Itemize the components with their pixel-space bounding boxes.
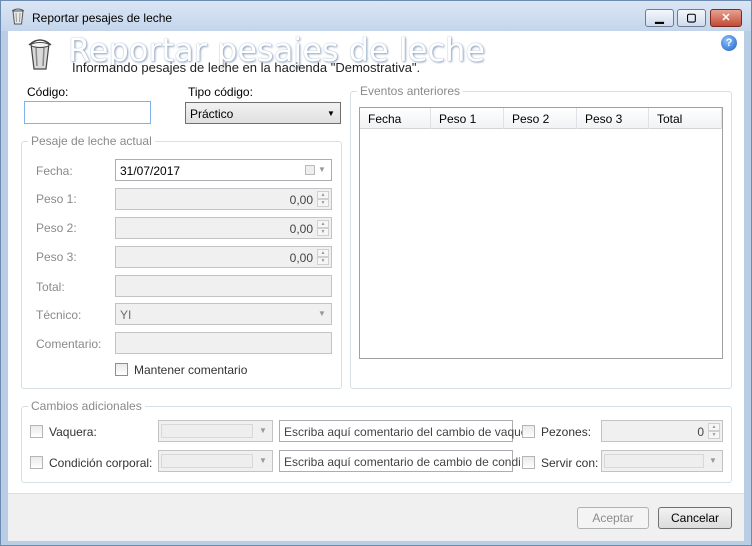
calendar-icon[interactable]	[305, 165, 315, 175]
header-subtitle: Informando pesajes de leche en la hacien…	[72, 60, 421, 75]
fecha-picker[interactable]: 31/07/2017 ▼	[115, 159, 332, 181]
pezones-spin[interactable]: ▲ ▼	[708, 423, 720, 439]
servir-con-label: Servir con:	[541, 456, 599, 470]
milk-bucket-icon	[11, 8, 25, 25]
minimize-button[interactable]: ▁	[645, 9, 674, 27]
total-label: Total:	[36, 280, 65, 294]
peso3-label: Peso 3:	[36, 250, 77, 264]
dialog-header: Reportar pesajes de leche Informando pes…	[8, 31, 744, 76]
peso3-spin[interactable]: ▲ ▼	[317, 249, 329, 265]
condicion-comment-input[interactable]: Escriba aquí comentario de cambio de con…	[279, 450, 521, 472]
window-title: Reportar pesajes de leche	[32, 11, 173, 25]
milk-bucket-logo-icon	[28, 39, 52, 70]
dialog-client: Reportar pesajes de leche Informando pes…	[8, 31, 744, 541]
spin-down-icon[interactable]: ▼	[317, 199, 329, 207]
vaquera-select[interactable]: ▼	[158, 420, 273, 442]
condicion-corporal-select[interactable]: ▼	[158, 450, 273, 472]
tipo-codigo-label: Tipo código:	[188, 85, 253, 99]
maximize-icon: ▢	[686, 12, 697, 24]
spin-down-icon[interactable]: ▼	[317, 257, 329, 265]
column-header-fecha[interactable]: Fecha	[360, 108, 431, 129]
column-header-peso1[interactable]: Peso 1	[431, 108, 504, 129]
servir-con-checkbox[interactable]	[522, 456, 535, 469]
maximize-button[interactable]: ▢	[677, 9, 706, 27]
tecnico-select[interactable]: YI ▼	[115, 303, 332, 325]
eventos-anteriores-title: Eventos anteriores	[357, 84, 464, 98]
peso1-stepper[interactable]: 0,00 ▲ ▼	[115, 188, 332, 210]
vaquera-label: Vaquera:	[49, 425, 97, 439]
chevron-down-icon[interactable]: ▼	[257, 451, 269, 471]
vaquera-comment-input[interactable]: Escriba aquí comentario del cambio de va…	[279, 420, 527, 442]
chevron-down-icon: ▼	[327, 109, 335, 118]
peso3-stepper[interactable]: 0,00 ▲ ▼	[115, 246, 332, 268]
close-icon: ✕	[721, 12, 731, 24]
title-bar[interactable]: Reportar pesajes de leche ▁ ▢ ✕	[1, 1, 751, 31]
pesaje-actual-title: Pesaje de leche actual	[28, 134, 155, 148]
eventos-grid-header: Fecha Peso 1 Peso 2 Peso 3 Total	[360, 108, 722, 129]
chevron-down-icon[interactable]: ▼	[316, 160, 328, 180]
spin-down-icon[interactable]: ▼	[317, 228, 329, 236]
spin-down-icon[interactable]: ▼	[708, 431, 720, 439]
column-header-total[interactable]: Total	[649, 108, 722, 129]
cancelar-button[interactable]: Cancelar	[658, 507, 732, 529]
minimize-icon: ▁	[655, 12, 664, 24]
pezones-checkbox[interactable]	[522, 425, 535, 438]
chevron-down-icon[interactable]: ▼	[707, 451, 719, 471]
spin-up-icon[interactable]: ▲	[317, 249, 329, 257]
condicion-corporal-label: Condición corporal:	[49, 456, 153, 470]
peso1-spin[interactable]: ▲ ▼	[317, 191, 329, 207]
pezones-stepper[interactable]: 0 ▲ ▼	[601, 420, 723, 442]
column-header-peso2[interactable]: Peso 2	[504, 108, 577, 129]
spin-up-icon[interactable]: ▲	[708, 423, 720, 431]
mantener-comentario-checkbox[interactable]	[115, 363, 128, 376]
peso2-spin[interactable]: ▲ ▼	[317, 220, 329, 236]
total-field	[115, 275, 332, 297]
vaquera-checkbox[interactable]	[30, 425, 43, 438]
chevron-down-icon[interactable]: ▼	[316, 304, 328, 324]
servir-con-select[interactable]: ▼	[601, 450, 723, 472]
codigo-input[interactable]	[24, 101, 151, 124]
spin-up-icon[interactable]: ▲	[317, 191, 329, 199]
mantener-comentario-label: Mantener comentario	[134, 363, 248, 377]
tecnico-label: Técnico:	[36, 308, 82, 322]
chevron-down-icon[interactable]: ▼	[257, 421, 269, 441]
peso1-label: Peso 1:	[36, 192, 77, 206]
pezones-label: Pezones:	[541, 425, 592, 439]
dialog-footer: Aceptar Cancelar	[8, 493, 744, 541]
peso2-stepper[interactable]: 0,00 ▲ ▼	[115, 217, 332, 239]
dialog-window: Reportar pesajes de leche ▁ ▢ ✕ Reportar…	[0, 0, 752, 546]
close-button[interactable]: ✕	[710, 9, 742, 27]
tipo-codigo-select[interactable]: Práctico ▼	[185, 102, 341, 124]
help-icon[interactable]: ?	[721, 35, 737, 51]
eventos-grid[interactable]: Fecha Peso 1 Peso 2 Peso 3 Total	[359, 107, 723, 359]
fecha-label: Fecha:	[36, 164, 73, 178]
comentario-label: Comentario:	[36, 337, 102, 351]
peso2-label: Peso 2:	[36, 221, 77, 235]
codigo-label: Código:	[27, 85, 69, 99]
condicion-corporal-checkbox[interactable]	[30, 456, 43, 469]
comentario-input[interactable]	[115, 332, 332, 354]
cambios-adicionales-title: Cambios adicionales	[28, 399, 145, 413]
spin-up-icon[interactable]: ▲	[317, 220, 329, 228]
aceptar-button[interactable]: Aceptar	[577, 507, 649, 529]
column-header-peso3[interactable]: Peso 3	[577, 108, 649, 129]
